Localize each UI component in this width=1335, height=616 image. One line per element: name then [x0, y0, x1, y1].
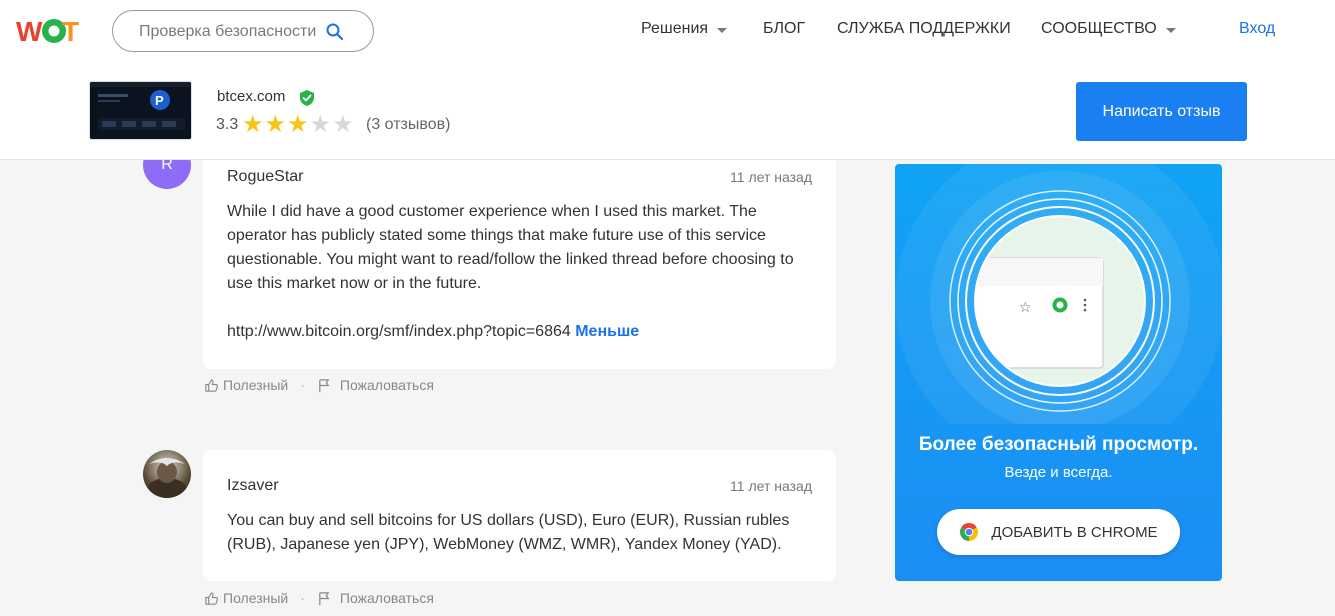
- nav-community-label: СООБЩЕСТВО: [1041, 20, 1157, 37]
- show-less-button[interactable]: Меньше: [575, 323, 639, 340]
- svg-text:T: T: [62, 16, 79, 47]
- star-icon: ★: [242, 111, 264, 138]
- flag-icon[interactable]: [317, 591, 332, 606]
- svg-text:W: W: [16, 16, 43, 47]
- star-icon: ★: [287, 111, 309, 138]
- nav-community[interactable]: СООБЩЕСТВО: [1041, 20, 1176, 38]
- helpful-button[interactable]: Полезный: [223, 377, 288, 393]
- avatar: [143, 450, 191, 498]
- top-navigation: W T Решения БЛОГ СЛУЖБА ПОДДЕРЖКИ СООБЩЕ…: [0, 0, 1335, 62]
- chrome-extension-promo: ☆ Более безопасный просмотр. Везде и все…: [895, 164, 1222, 581]
- review-text: While I did have a good customer experie…: [227, 203, 794, 292]
- nav-blog-label: БЛОГ: [763, 20, 806, 37]
- review-link-line: http://www.bitcoin.org/smf/index.php?top…: [227, 320, 817, 344]
- thumbs-up-icon[interactable]: [204, 378, 219, 393]
- shield-check-icon: [300, 90, 314, 106]
- review-author[interactable]: RogueStar: [227, 168, 304, 186]
- flag-icon[interactable]: [317, 378, 332, 393]
- add-to-chrome-label: ДОБАВИТЬ В CHROME: [991, 523, 1158, 541]
- separator-dot: ·: [300, 377, 305, 393]
- star-icon: ★: [309, 111, 332, 138]
- review-actions: Полезный · Пожаловаться: [204, 590, 434, 606]
- chrome-icon: [960, 523, 979, 541]
- review-card: Izsaver 11 лет назад You can buy and sel…: [203, 450, 836, 581]
- promo-subtitle: Везде и всегда.: [1004, 464, 1113, 481]
- star-icon: ★: [264, 111, 287, 138]
- report-button[interactable]: Пожаловаться: [340, 377, 434, 393]
- chevron-down-icon: [1165, 27, 1176, 33]
- review-actions: Полезный · Пожаловаться: [204, 377, 434, 393]
- star-icon: ★: [332, 111, 354, 138]
- svg-text:P: P: [155, 93, 164, 108]
- helpful-button[interactable]: Полезный: [223, 590, 288, 606]
- nav-support[interactable]: СЛУЖБА ПОДДЕРЖКИ: [837, 20, 1011, 38]
- browser-illustration-icon: ☆: [895, 164, 1222, 424]
- add-to-chrome-button[interactable]: ДОБАВИТЬ В CHROME: [937, 509, 1180, 555]
- separator-dot: ·: [300, 590, 305, 606]
- rating-stars: ★ ★ ★ ★ ★: [242, 113, 354, 137]
- login-link[interactable]: Вход: [1239, 20, 1275, 38]
- site-thumbnail[interactable]: P: [89, 81, 192, 140]
- nav-solutions[interactable]: Решения: [641, 20, 728, 38]
- review-text: You can buy and sell bitcoins for US dol…: [227, 512, 790, 553]
- chevron-down-icon: [717, 27, 728, 33]
- search-box[interactable]: [112, 10, 374, 52]
- thumbs-up-icon[interactable]: [204, 591, 219, 606]
- promo-title: Более безопасный просмотр.: [918, 434, 1199, 455]
- report-button[interactable]: Пожаловаться: [340, 590, 434, 606]
- nav-support-label: СЛУЖБА ПОДДЕРЖКИ: [837, 20, 1011, 37]
- rating-value: 3.3: [216, 116, 239, 133]
- svg-text:☆: ☆: [1019, 300, 1032, 316]
- site-domain: btcex.com: [217, 88, 286, 105]
- review-date: 11 лет назад: [730, 169, 812, 185]
- search-input[interactable]: [139, 21, 329, 43]
- avatar-photo-icon: [147, 458, 187, 498]
- review-date: 11 лет назад: [730, 478, 812, 494]
- reviews-count[interactable]: (3 отзывов): [366, 116, 450, 134]
- nav-solutions-label: Решения: [641, 20, 709, 37]
- site-summary-bar: P btcex.com 3.3 ★ ★ ★ ★ ★ (3 отзывов) На…: [0, 62, 1335, 160]
- write-review-button[interactable]: Написать отзыв: [1076, 82, 1247, 141]
- nav-blog[interactable]: БЛОГ: [763, 20, 805, 38]
- wot-logo[interactable]: W T: [16, 14, 82, 48]
- search-icon[interactable]: [325, 22, 345, 42]
- review-link[interactable]: http://www.bitcoin.org/smf/index.php?top…: [227, 323, 571, 340]
- site-screenshot-icon: P: [90, 82, 191, 139]
- review-card: RogueStar 11 лет назад While I did have …: [203, 141, 836, 369]
- review-author[interactable]: Izsaver: [227, 477, 279, 495]
